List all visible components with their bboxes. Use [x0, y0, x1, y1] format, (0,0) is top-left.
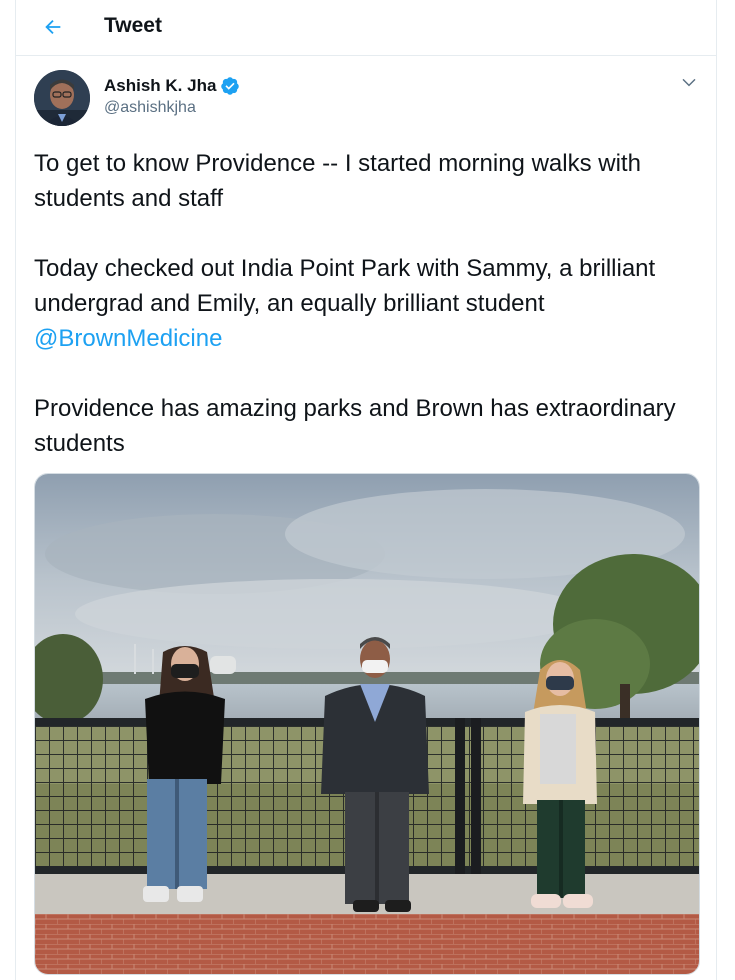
chevron-down-icon: [682, 78, 696, 87]
author-name-text: Ashish K. Jha: [104, 76, 217, 95]
author-handle[interactable]: @ashishkjha: [104, 99, 196, 117]
mention-link[interactable]: @BrownMedicine: [34, 325, 222, 352]
tweet-paragraph: To get to know Providence -- I started m…: [34, 150, 641, 212]
tweet-photo[interactable]: [34, 473, 700, 975]
page-header: Tweet: [16, 0, 716, 56]
arrow-left-icon: [45, 19, 61, 35]
tweet-paragraph: Today checked out India Point Park with …: [34, 251, 704, 356]
tweet-paragraph-text: Today checked out India Point Park with …: [34, 255, 656, 317]
verified-badge-icon: [221, 77, 240, 95]
tweet-paragraph: Providence has amazing parks and Brown h…: [34, 395, 676, 457]
more-options-button[interactable]: [679, 72, 699, 92]
back-button[interactable]: [38, 12, 68, 42]
tweet-page: Tweet Ashish K. Jha @ashishkjha To get t…: [15, 0, 717, 980]
tweet-body: To get to know Providence -- I started m…: [34, 146, 704, 496]
avatar[interactable]: [34, 70, 90, 126]
page-title: Tweet: [104, 14, 162, 37]
author-name[interactable]: Ashish K. Jha: [104, 76, 240, 96]
